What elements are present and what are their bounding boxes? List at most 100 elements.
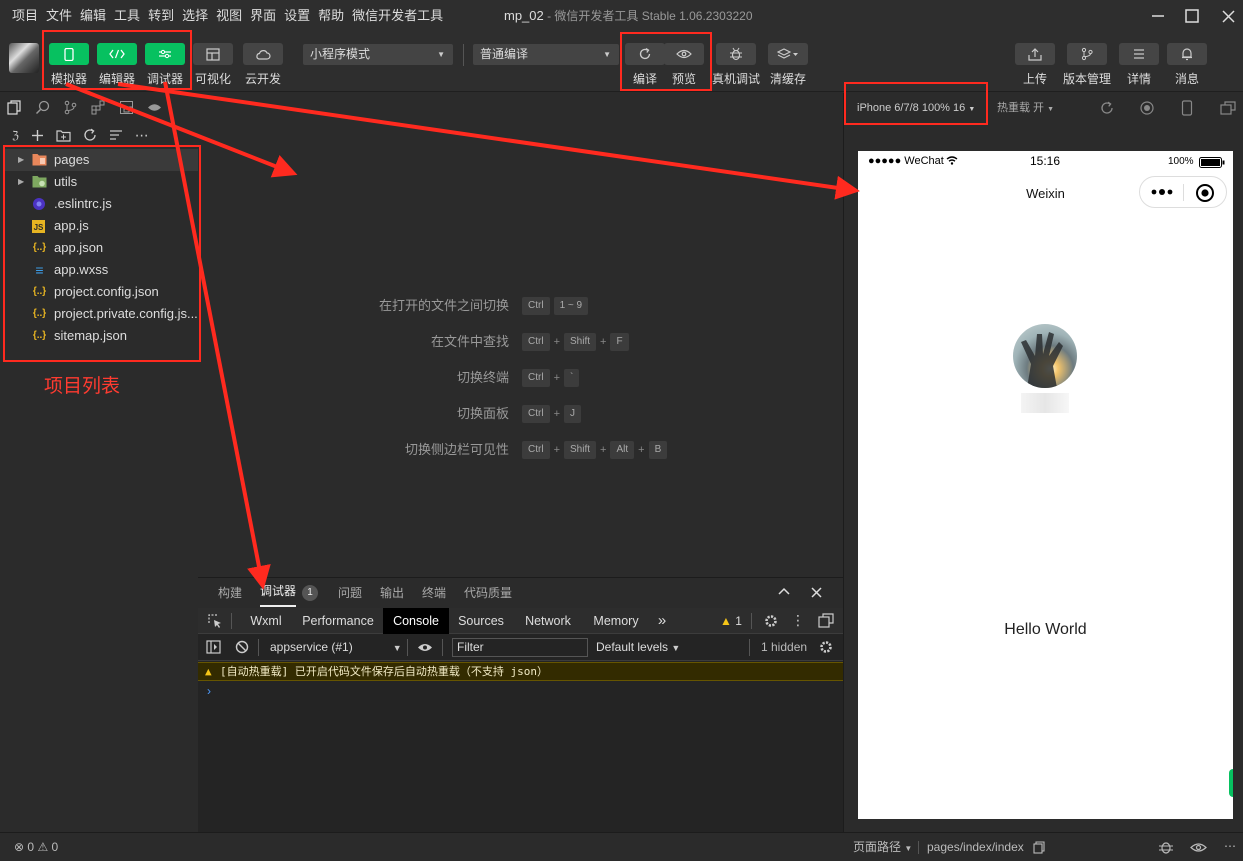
bell-icon — [1182, 48, 1192, 61]
menu-project[interactable]: 项目 — [8, 0, 42, 32]
compile-mode-select[interactable]: 普通编译 ▼ — [473, 44, 619, 65]
tab-terminal[interactable]: 终端 — [422, 578, 446, 608]
messages-label: 消息 — [1174, 72, 1199, 86]
upload-label: 上传 — [1022, 72, 1047, 86]
hot-reload-select[interactable]: 热重载 开 ▼ — [997, 93, 1054, 125]
storage-icon[interactable] — [118, 99, 134, 115]
tab-code-quality[interactable]: 代码质量 — [464, 578, 512, 608]
tab-debugger[interactable]: 调试器 — [260, 578, 297, 607]
sort-icon[interactable] — [109, 129, 123, 141]
cloud-label: 云开发 — [244, 72, 281, 86]
record-icon[interactable] — [1140, 101, 1154, 115]
messages-button[interactable] — [1167, 43, 1207, 65]
clear-cache-button[interactable] — [768, 43, 808, 65]
bug-icon[interactable] — [1158, 839, 1174, 855]
close-window-button[interactable] — [1208, 0, 1243, 32]
remote-debug-button[interactable] — [716, 43, 756, 65]
source-control-icon[interactable] — [62, 99, 78, 115]
caret-down-icon: ▼ — [603, 50, 611, 59]
more-icon[interactable]: ⋯ — [1224, 833, 1236, 859]
menu-help[interactable]: 帮助 — [314, 0, 348, 32]
live-expression-eye-icon[interactable] — [417, 642, 433, 653]
user-avatar[interactable] — [9, 43, 39, 73]
files-icon[interactable] — [6, 99, 22, 115]
inspect-icon[interactable] — [208, 614, 222, 628]
tab-output[interactable]: 输出 — [380, 578, 404, 608]
page-path-select[interactable]: 页面路径 ▼ — [853, 833, 912, 861]
maximize-button[interactable] — [1172, 0, 1212, 32]
devtab-sources[interactable]: Sources — [450, 608, 512, 634]
mode-select[interactable]: 小程序模式 ▼ — [303, 44, 453, 65]
version-button[interactable] — [1067, 43, 1107, 65]
error-count: 0 — [27, 840, 35, 854]
log-levels-select[interactable]: Default levels ▼ — [596, 634, 680, 662]
user-avatar-image[interactable] — [1013, 324, 1077, 388]
page-path-label: 页面路径 — [853, 840, 902, 854]
key: Ctrl — [522, 333, 550, 351]
wechat-floating-icon[interactable] — [1229, 769, 1233, 797]
devtab-memory[interactable]: Memory — [584, 608, 648, 634]
menu-file[interactable]: 文件 — [42, 0, 76, 32]
new-folder-icon[interactable] — [56, 129, 71, 142]
menu-wechat-devtools[interactable]: 微信开发者工具 — [348, 0, 447, 32]
undock-icon[interactable] — [818, 613, 834, 628]
plus: + — [553, 336, 560, 348]
menu-view[interactable]: 视图 — [212, 0, 246, 32]
clear-console-icon[interactable] — [235, 640, 249, 654]
more-dots-icon[interactable] — [1150, 184, 1174, 200]
tab-build[interactable]: 构建 — [218, 578, 242, 608]
close-panel-icon[interactable] — [811, 587, 822, 598]
extensions-icon[interactable] — [90, 99, 106, 115]
menu-settings[interactable]: 设置 — [280, 0, 314, 32]
search-icon[interactable] — [34, 99, 50, 115]
annotation-project-list: 项目列表 — [44, 376, 121, 397]
devtab-network[interactable]: Network — [514, 608, 582, 634]
new-file-icon[interactable] — [31, 129, 44, 142]
tab-problems[interactable]: 问题 — [338, 578, 362, 608]
cloud-icon — [256, 49, 271, 60]
menu-tools[interactable]: 工具 — [110, 0, 144, 32]
menu-interface[interactable]: 界面 — [246, 0, 280, 32]
rotate-icon[interactable] — [1100, 101, 1114, 115]
key: Ctrl — [522, 441, 550, 459]
divider — [918, 841, 919, 854]
upload-button[interactable] — [1015, 43, 1055, 65]
annotation-box-compile-preview — [620, 32, 712, 91]
console-prompt[interactable]: › — [207, 684, 211, 698]
kebab-menu-icon[interactable]: ⋮ — [791, 612, 805, 628]
filter-input[interactable]: Filter — [452, 638, 588, 657]
copy-icon[interactable] — [1033, 841, 1045, 854]
warning-counter[interactable]: ▲ 1 — [720, 608, 742, 634]
debugger-badge: 1 — [302, 585, 318, 601]
sidebar-toggle-icon[interactable] — [206, 640, 221, 654]
chevron-up-icon[interactable] — [778, 587, 790, 595]
editor-area: 在打开的文件之间切换 Ctrl 1 ~ 9 在文件中查找 Ctrl + Shif… — [198, 93, 843, 577]
cloud-button[interactable] — [243, 43, 283, 65]
phone-navigation-bar: Weixin — [858, 173, 1233, 213]
more-icon[interactable]: ⋯ — [135, 127, 149, 144]
context-select[interactable]: appservice (#1) ▼ — [270, 634, 402, 662]
devtools-tabs: Wxml Performance Console Sources Network… — [198, 608, 843, 634]
devtab-wxml[interactable]: Wxml — [238, 608, 294, 634]
devtab-console[interactable]: Console — [383, 608, 449, 634]
caret-down-icon: ▼ — [1047, 106, 1055, 113]
menu-edit[interactable]: 编辑 — [76, 0, 110, 32]
shortcut-label: 切换侧边栏可见性 — [404, 442, 509, 457]
eye-icon[interactable] — [1190, 842, 1207, 853]
close-miniprogram-icon[interactable] — [1195, 183, 1215, 203]
console-settings-gear-icon[interactable] — [819, 640, 833, 654]
problems-summary[interactable]: ⊗ 0 ⚠ 0 — [14, 833, 58, 861]
menu-goto[interactable]: 转到 — [144, 0, 178, 32]
details-button[interactable] — [1119, 43, 1159, 65]
eye-icon[interactable] — [146, 99, 162, 115]
gear-icon[interactable] — [764, 614, 778, 628]
devtab-performance[interactable]: Performance — [294, 608, 382, 634]
refresh-icon[interactable] — [83, 128, 97, 142]
collapse-all-icon[interactable]: ℨ — [12, 129, 19, 142]
visual-button[interactable] — [193, 43, 233, 65]
annotation-box-device — [844, 82, 988, 125]
menu-select[interactable]: 选择 — [178, 0, 212, 32]
more-tabs-button[interactable]: » — [650, 608, 674, 634]
detach-window-icon[interactable] — [1220, 101, 1236, 115]
device-phone-icon[interactable] — [1181, 100, 1193, 116]
